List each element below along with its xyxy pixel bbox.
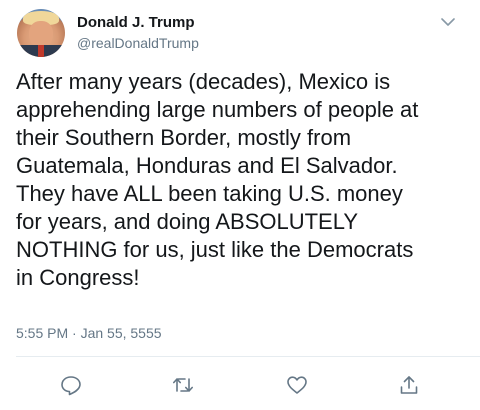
user-handle[interactable]: @realDonaldTrump bbox=[77, 35, 199, 51]
tweet-timestamp[interactable]: 5:55 PM · Jan 55, 5555 bbox=[16, 325, 162, 341]
heart-icon bbox=[287, 376, 307, 394]
retweet-icon bbox=[172, 378, 194, 392]
chevron-down-icon[interactable] bbox=[441, 14, 455, 26]
reply-button[interactable] bbox=[60, 374, 82, 396]
avatar[interactable] bbox=[17, 9, 65, 57]
retweet-button[interactable] bbox=[172, 374, 194, 396]
divider bbox=[16, 356, 480, 357]
avatar-tie bbox=[38, 45, 44, 57]
display-name[interactable]: Donald J. Trump bbox=[77, 14, 195, 31]
reply-icon bbox=[61, 376, 81, 396]
tweet: Donald J. Trump @realDonaldTrump After m… bbox=[0, 0, 480, 410]
avatar-face bbox=[29, 21, 53, 47]
like-button[interactable] bbox=[286, 374, 308, 396]
share-icon bbox=[400, 376, 418, 394]
tweet-text: After many years (decades), Mexico is ap… bbox=[16, 69, 419, 290]
share-button[interactable] bbox=[398, 374, 420, 396]
